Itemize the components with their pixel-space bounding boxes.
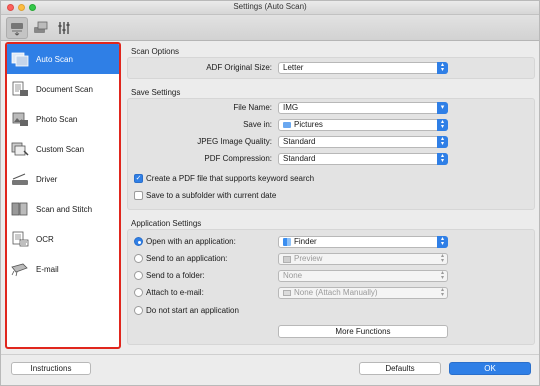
chevron-updown-icon: ▴ ▾ bbox=[437, 119, 448, 131]
attach-to-email-radio[interactable] bbox=[134, 288, 143, 297]
ocr-icon bbox=[10, 230, 30, 248]
send-to-application-radio[interactable] bbox=[134, 254, 143, 263]
sidebar-item-label: E-mail bbox=[36, 264, 59, 274]
open-with-application-label: Open with an application: bbox=[146, 237, 236, 246]
pdf-compression-label: PDF Compression: bbox=[204, 154, 272, 163]
sidebar-item-label: OCR bbox=[36, 234, 54, 244]
send-to-application-label: Send to an application: bbox=[146, 254, 228, 263]
jpeg-quality-select[interactable]: Standard ▴ ▾ bbox=[278, 136, 448, 148]
sidebar-item-scan-and-stitch[interactable]: Scan and Stitch bbox=[7, 194, 119, 224]
title-bar: Settings (Auto Scan) bbox=[1, 1, 539, 15]
keyword-search-checkbox[interactable]: ✓ bbox=[134, 174, 143, 183]
attach-to-email-value: None (Attach Manually) bbox=[294, 288, 378, 297]
jpeg-quality-label: JPEG Image Quality: bbox=[197, 137, 272, 146]
settings-window: Settings (Auto Scan) Auto Scan Document … bbox=[0, 0, 540, 386]
application-settings-section: Open with an application: Finder ▴ ▾ Send… bbox=[127, 229, 535, 345]
ok-button[interactable]: OK bbox=[449, 362, 531, 375]
chevron-updown-icon: ▴ ▾ bbox=[437, 62, 448, 74]
send-to-application-select[interactable]: Preview ▴ ▾ bbox=[278, 253, 448, 265]
sidebar-item-label: Auto Scan bbox=[36, 54, 73, 64]
window-title: Settings (Auto Scan) bbox=[233, 2, 307, 11]
adf-size-select[interactable]: Letter ▴ ▾ bbox=[278, 62, 448, 74]
adf-size-value: Letter bbox=[283, 63, 304, 72]
save-settings-heading: Save Settings bbox=[131, 88, 181, 97]
sidebar-item-label: Photo Scan bbox=[36, 114, 78, 124]
application-settings-heading: Application Settings bbox=[131, 219, 202, 228]
mail-app-icon bbox=[283, 290, 291, 296]
subfolder-date-label: Save to a subfolder with current date bbox=[146, 191, 277, 200]
document-scan-icon bbox=[10, 80, 30, 98]
attach-to-email-label: Attach to e-mail: bbox=[146, 288, 204, 297]
send-to-folder-label: Send to a folder: bbox=[146, 271, 205, 280]
auto-scan-icon bbox=[10, 50, 30, 68]
more-functions-button[interactable]: More Functions bbox=[278, 325, 448, 338]
chevron-updown-icon: ▴ ▾ bbox=[437, 236, 448, 248]
file-name-value: IMG bbox=[283, 103, 299, 112]
driver-icon bbox=[10, 170, 30, 188]
general-settings-tab[interactable] bbox=[54, 17, 76, 39]
sidebar-item-email[interactable]: E-mail bbox=[7, 254, 119, 284]
toolbar bbox=[1, 15, 539, 41]
chevron-updown-icon: ▴ ▾ bbox=[437, 136, 448, 148]
save-in-value: Pictures bbox=[294, 120, 323, 129]
send-to-application-value: Preview bbox=[294, 254, 323, 263]
settings-main-panel: Scan Options ADF Original Size: Letter ▴… bbox=[123, 42, 537, 352]
defaults-button[interactable]: Defaults bbox=[359, 362, 441, 375]
do-not-start-application-label: Do not start an application bbox=[146, 306, 239, 315]
sidebar-item-label: Custom Scan bbox=[36, 144, 85, 154]
preview-icon bbox=[283, 255, 291, 263]
file-name-select[interactable]: IMG ▾ bbox=[278, 102, 448, 114]
instructions-button[interactable]: Instructions bbox=[11, 362, 91, 375]
sidebar-item-document-scan[interactable]: Document Scan bbox=[7, 74, 119, 104]
sidebar-item-ocr[interactable]: OCR bbox=[7, 224, 119, 254]
attach-to-email-select[interactable]: None (Attach Manually) ▴ ▾ bbox=[278, 287, 448, 299]
email-icon bbox=[10, 260, 30, 278]
sidebar-item-auto-scan[interactable]: Auto Scan bbox=[7, 44, 119, 74]
chevron-updown-icon: ▴ ▾ bbox=[437, 153, 448, 165]
scan-type-sidebar: Auto Scan Document Scan Photo Scan Custo… bbox=[5, 42, 121, 349]
do-not-start-application-radio[interactable] bbox=[134, 306, 143, 315]
chevron-down-icon: ▾ bbox=[437, 102, 448, 114]
dialog-footer: Instructions Defaults OK bbox=[1, 354, 539, 385]
scan-from-operation-panel-icon bbox=[34, 21, 48, 33]
open-with-application-radio[interactable] bbox=[134, 237, 143, 246]
save-in-label: Save in: bbox=[243, 120, 272, 129]
general-settings-icon bbox=[58, 22, 70, 34]
custom-scan-icon bbox=[10, 140, 30, 158]
subfolder-date-checkbox[interactable] bbox=[134, 191, 143, 200]
sidebar-item-photo-scan[interactable]: Photo Scan bbox=[7, 104, 119, 134]
scan-options-section: ADF Original Size: Letter ▴ ▾ bbox=[127, 57, 535, 79]
chevron-updown-icon: ▴ ▾ bbox=[440, 253, 444, 264]
save-settings-section: File Name: IMG ▾ Save in: Pictures ▴ ▾ JP… bbox=[127, 98, 535, 210]
sidebar-item-driver[interactable]: Driver bbox=[7, 164, 119, 194]
adf-size-label: ADF Original Size: bbox=[206, 63, 272, 72]
save-in-select[interactable]: Pictures ▴ ▾ bbox=[278, 119, 448, 131]
send-to-folder-value: None bbox=[283, 271, 303, 280]
scan-from-operation-panel-tab[interactable] bbox=[30, 17, 52, 39]
photo-scan-icon bbox=[10, 110, 30, 128]
send-to-folder-radio[interactable] bbox=[134, 271, 143, 280]
scan-from-computer-icon bbox=[11, 23, 23, 36]
pdf-compression-value: Standard bbox=[283, 154, 316, 163]
send-to-folder-select[interactable]: None ▴ ▾ bbox=[278, 270, 448, 282]
pdf-compression-select[interactable]: Standard ▴ ▾ bbox=[278, 153, 448, 165]
sidebar-item-custom-scan[interactable]: Custom Scan bbox=[7, 134, 119, 164]
sidebar-item-label: Driver bbox=[36, 174, 58, 184]
open-with-application-value: Finder bbox=[294, 237, 317, 246]
scan-and-stitch-icon bbox=[10, 200, 30, 218]
sidebar-item-label: Document Scan bbox=[36, 84, 93, 94]
jpeg-quality-value: Standard bbox=[283, 137, 316, 146]
chevron-updown-icon: ▴ ▾ bbox=[440, 287, 444, 298]
keyword-search-label: Create a PDF file that supports keyword … bbox=[146, 174, 315, 183]
finder-icon bbox=[283, 238, 291, 246]
folder-icon bbox=[283, 122, 291, 128]
sidebar-item-label: Scan and Stitch bbox=[36, 204, 93, 214]
chevron-updown-icon: ▴ ▾ bbox=[440, 270, 444, 281]
open-with-application-select[interactable]: Finder ▴ ▾ bbox=[278, 236, 448, 248]
file-name-label: File Name: bbox=[233, 103, 272, 112]
scan-from-computer-tab[interactable] bbox=[6, 17, 28, 39]
scan-options-heading: Scan Options bbox=[131, 47, 180, 56]
